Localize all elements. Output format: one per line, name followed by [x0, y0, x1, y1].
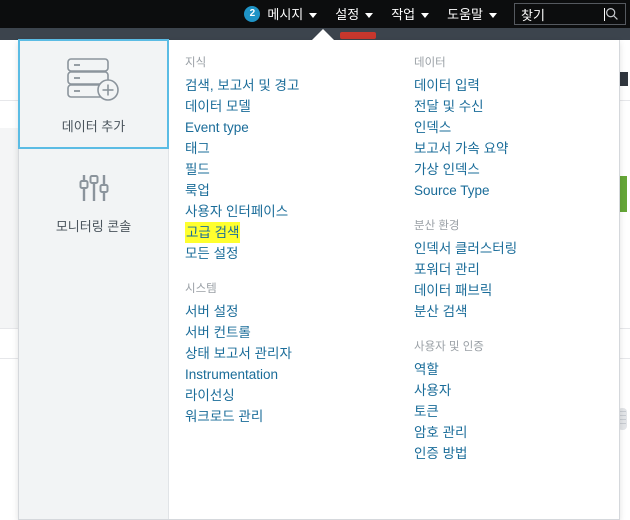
menu-link-user-interface[interactable]: 사용자 인터페이스 — [185, 201, 288, 222]
menu-link-data-inputs[interactable]: 데이터 입력 — [414, 75, 480, 96]
menu-link-report-acceleration-summaries[interactable]: 보고서 가속 요약 — [414, 138, 508, 159]
menu-column-right: 데이터 데이터 입력 전달 및 수신 인덱스 보고서 가속 요약 가상 인덱스 … — [394, 54, 619, 519]
menu-link-lookups[interactable]: 룩업 — [185, 180, 210, 201]
chevron-down-icon — [365, 12, 374, 18]
menu-link-instrumentation[interactable]: Instrumentation — [185, 364, 278, 385]
menu-column-left: 지식 검색, 보고서 및 경고 데이터 모델 Event type 태그 필드 … — [169, 54, 394, 519]
menu-link-workload-management[interactable]: 워크로드 관리 — [185, 406, 263, 427]
menu-link-users[interactable]: 사용자 — [414, 380, 451, 401]
menu-link-all-configurations[interactable]: 모든 설정 — [185, 243, 238, 264]
sliders-icon — [77, 172, 111, 204]
menu-link-fields[interactable]: 필드 — [185, 159, 210, 180]
menu-group-data: 데이터 데이터 입력 전달 및 수신 인덱스 보고서 가속 요약 가상 인덱스 … — [414, 54, 619, 201]
menu-link-forwarder-management[interactable]: 포워더 관리 — [414, 259, 480, 280]
menu-link-indexes[interactable]: 인덱스 — [414, 117, 451, 138]
server-add-icon — [63, 54, 125, 104]
chevron-down-icon — [489, 12, 497, 18]
nav-label-help: 도움말 — [447, 6, 483, 22]
menu-group-distributed-environment: 분산 환경 인덱서 클러스터링 포워더 관리 데이터 패브릭 분산 검색 — [414, 217, 619, 322]
nav-item-help[interactable]: 도움말 — [438, 0, 506, 28]
nav-item-activity[interactable]: 작업 — [382, 0, 438, 28]
card-label-add-data: 데이터 추가 — [61, 118, 126, 134]
nav-label-settings: 설정 — [335, 6, 360, 22]
card-monitoring-console[interactable]: 모니터링 콘솔 — [19, 149, 168, 257]
menu-group-system: 시스템 서버 설정 서버 컨트롤 상태 보고서 관리자 Instrumentat… — [185, 280, 394, 427]
nav-label-messages: 메시지 — [267, 6, 304, 22]
bg-red-chip — [340, 32, 376, 39]
nav-item-settings[interactable]: 설정 — [326, 0, 382, 28]
menu-link-data-models[interactable]: 데이터 모델 — [185, 96, 251, 117]
menu-link-password-management[interactable]: 암호 관리 — [414, 422, 467, 443]
menu-link-tags[interactable]: 태그 — [185, 138, 210, 159]
nav-item-messages[interactable]: 2 메시지 — [235, 0, 326, 28]
menu-link-indexer-clustering[interactable]: 인덱서 클러스터링 — [414, 238, 517, 259]
menu-link-virtual-indexes[interactable]: 가상 인덱스 — [414, 159, 480, 180]
group-title: 데이터 — [414, 57, 446, 69]
group-title: 시스템 — [185, 283, 217, 295]
menu-group-knowledge: 지식 검색, 보고서 및 경고 데이터 모델 Event type 태그 필드 … — [185, 54, 394, 264]
group-title: 사용자 및 인증 — [414, 341, 484, 353]
menu-link-licensing[interactable]: 라이선싱 — [185, 385, 235, 406]
menu-link-event-type[interactable]: Event type — [185, 117, 249, 138]
dropdown-menu-columns: 지식 검색, 보고서 및 경고 데이터 모델 Event type 태그 필드 … — [169, 40, 619, 519]
dropdown-card-column: 데이터 추가 모니터링 콘솔 — [18, 39, 169, 519]
menu-link-source-types[interactable]: Source Type — [414, 180, 490, 201]
menu-link-server-controls[interactable]: 서버 컨트롤 — [185, 322, 251, 343]
chevron-down-icon — [309, 12, 318, 18]
menu-link-server-settings[interactable]: 서버 설정 — [185, 301, 238, 322]
menu-link-distributed-search[interactable]: 분산 검색 — [414, 301, 467, 322]
card-label-monitoring-console: 모니터링 콘솔 — [55, 218, 132, 234]
menu-link-health-report-manager[interactable]: 상태 보고서 관리자 — [185, 343, 292, 364]
menu-link-roles[interactable]: 역할 — [414, 359, 439, 380]
menu-link-tokens[interactable]: 토큰 — [414, 401, 439, 422]
nav-label-activity: 작업 — [391, 6, 416, 22]
search-box[interactable]: 찾기 — [514, 3, 626, 25]
menu-link-advanced-search[interactable]: 고급 검색 — [185, 222, 241, 243]
menu-link-data-fabric[interactable]: 데이터 패브릭 — [414, 280, 492, 301]
search-input[interactable]: 찾기 — [515, 5, 603, 24]
menu-link-searches-reports-alerts[interactable]: 검색, 보고서 및 경고 — [185, 75, 299, 96]
menu-group-users-authentication: 사용자 및 인증 역할 사용자 토큰 암호 관리 인증 방법 — [414, 338, 619, 464]
menu-link-authentication-methods[interactable]: 인증 방법 — [414, 443, 467, 464]
card-add-data[interactable]: 데이터 추가 — [18, 39, 169, 149]
menu-link-forwarding-receiving[interactable]: 전달 및 수신 — [414, 96, 484, 117]
messages-badge: 2 — [244, 6, 261, 22]
bg-panel — [0, 128, 18, 328]
top-navigation-bar: 2 메시지 설정 작업 도움말 찾기 — [0, 0, 630, 28]
bg-status-bar — [619, 176, 627, 212]
dropdown-pointer-caret — [312, 29, 334, 40]
group-title: 분산 환경 — [414, 220, 460, 232]
settings-dropdown-panel: 데이터 추가 모니터링 콘솔 지식 검색, 보고서 및 경고 데이터 모델 Ev… — [18, 39, 620, 520]
chevron-down-icon — [421, 12, 430, 18]
group-title: 지식 — [185, 57, 207, 69]
search-icon[interactable] — [605, 7, 619, 21]
